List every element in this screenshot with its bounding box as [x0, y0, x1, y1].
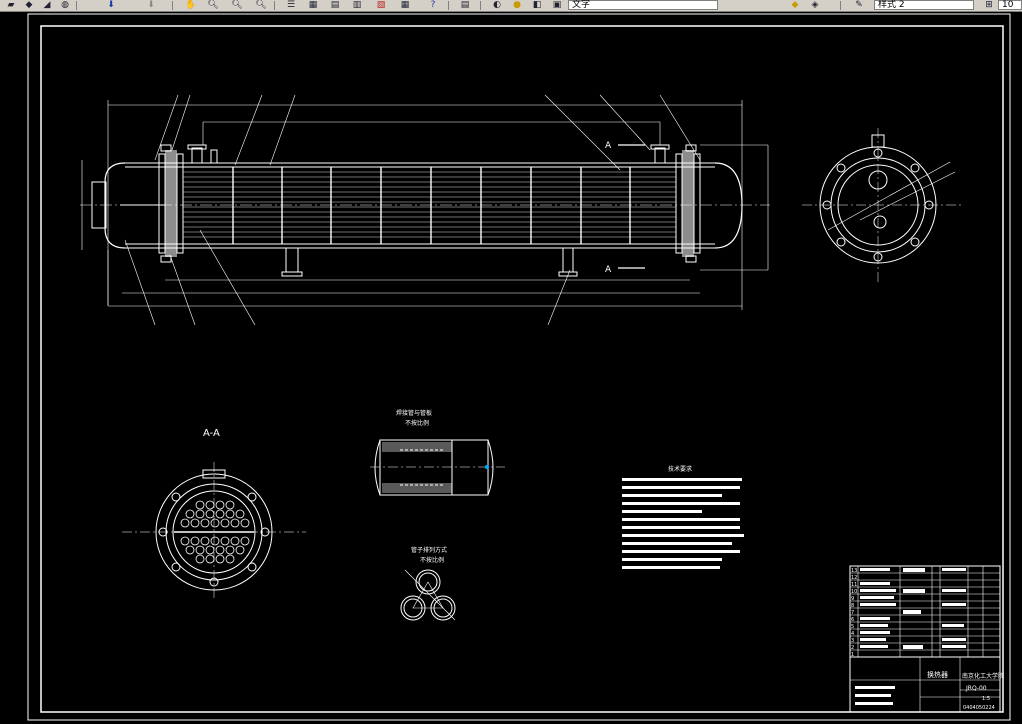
style-icon[interactable]: ▤	[458, 0, 472, 10]
svg-text:13: 13	[851, 568, 857, 574]
sheet-set-icon[interactable]: ▥	[350, 0, 364, 10]
arrow-down-icon[interactable]: ◆	[22, 0, 36, 10]
svg-text:5: 5	[851, 624, 854, 630]
linetype-dropdown[interactable]: 样式 2	[874, 0, 974, 10]
text-style-dropdown[interactable]: 文字	[568, 0, 718, 10]
main-elevation-view	[80, 94, 770, 326]
svg-text:6: 6	[851, 617, 854, 623]
toolbar: ▰ ◆ ◢ ◍ ⬇ ⬇ ✋ 🔍︎ 🔍︎ 🔍︎ ☰ ▦ ▤ ▥ ▧ ▦ ? ▤ ◐…	[0, 0, 1022, 12]
lineweight-dropdown[interactable]: 10	[998, 0, 1022, 10]
arrow-icon[interactable]: ⬇	[144, 0, 158, 10]
section-aa-view	[122, 462, 306, 600]
tool-palette-icon[interactable]: ▤	[328, 0, 342, 10]
dim-style-icon[interactable]: ⊞	[982, 0, 996, 10]
svg-text:3: 3	[851, 638, 854, 644]
zoom-realtime-icon[interactable]: ✋	[184, 0, 198, 10]
style-icon[interactable]: ✎	[852, 0, 866, 10]
markup-icon[interactable]: ▧	[374, 0, 388, 10]
parts-list-fill	[855, 568, 966, 705]
layer-icon[interactable]: ▰	[4, 0, 18, 10]
title-block-drawing-name: 换热器	[927, 670, 948, 679]
tech-req-title: 技术要求	[668, 465, 692, 473]
svg-text:8: 8	[851, 603, 854, 609]
text-style-value: 文字	[572, 0, 591, 10]
svg-text:1: 1	[851, 652, 854, 658]
svg-text:12: 12	[851, 575, 857, 581]
outer-frame	[27, 13, 1011, 721]
drawing-canvas[interactable]: A A A-A 焊接管与管板 不按比例 管子排列方式 不按比例 技术要求 13 …	[0, 12, 1022, 724]
properties-icon[interactable]: ☰	[284, 0, 298, 10]
svg-text:10: 10	[851, 589, 857, 595]
title-block-drawing-no: JRQ-00	[965, 685, 987, 692]
detail1-title: 焊接管与管板	[396, 409, 432, 417]
zoom-in-icon[interactable]: 🔍︎	[206, 0, 220, 10]
title-block-sheet: 0404050224	[963, 705, 995, 711]
layer-props-icon[interactable]: ▣	[550, 0, 564, 10]
svg-text:7: 7	[851, 610, 854, 616]
zoom-icon[interactable]: ◍	[58, 0, 72, 10]
calculator-icon[interactable]: ▦	[398, 0, 412, 10]
detail1-subtitle: 不按比例	[405, 419, 429, 427]
title-block-school: 南京化工大学院	[962, 672, 1004, 680]
layer-state-icon[interactable]: ◈	[808, 0, 822, 10]
detail2-view	[400, 569, 456, 621]
svg-text:2: 2	[851, 645, 854, 651]
dim-style-icon[interactable]: ●	[510, 0, 524, 10]
tech-req-text	[622, 478, 744, 569]
svg-text:11: 11	[851, 582, 857, 588]
linetype-icon[interactable]: ◆	[788, 0, 802, 10]
arrow-icon[interactable]: ◢	[40, 0, 54, 10]
detail2-title: 管子排列方式	[411, 546, 447, 554]
section-arrow-bottom-label: A	[605, 265, 612, 275]
text-style-icon[interactable]: ◐	[490, 0, 504, 10]
arrow-down-icon[interactable]: ⬇	[104, 0, 118, 10]
lineweight-value: 10	[1002, 0, 1014, 10]
svg-text:9: 9	[851, 596, 854, 602]
zoom-icon[interactable]: 🔍︎	[254, 0, 268, 10]
section-arrow-top-label: A	[605, 141, 612, 151]
inner-frame	[40, 25, 1004, 713]
linetype-value: 样式 2	[878, 0, 905, 10]
section-aa-label: A-A	[203, 428, 220, 439]
title-block-scale: 1:5	[982, 696, 990, 702]
help-icon[interactable]: ?	[426, 0, 440, 10]
zoom-out-icon[interactable]: 🔍︎	[230, 0, 244, 10]
design-center-icon[interactable]: ▦	[306, 0, 320, 10]
detail1-view	[370, 439, 505, 496]
svg-text:4: 4	[851, 631, 854, 637]
end-view	[802, 128, 962, 282]
parts-numbers: 13 12 11 10 9 8 7 6 5 4 3 2 1	[851, 568, 857, 658]
detail2-subtitle: 不按比例	[420, 556, 444, 564]
layer-state-icon[interactable]: ◧	[530, 0, 544, 10]
